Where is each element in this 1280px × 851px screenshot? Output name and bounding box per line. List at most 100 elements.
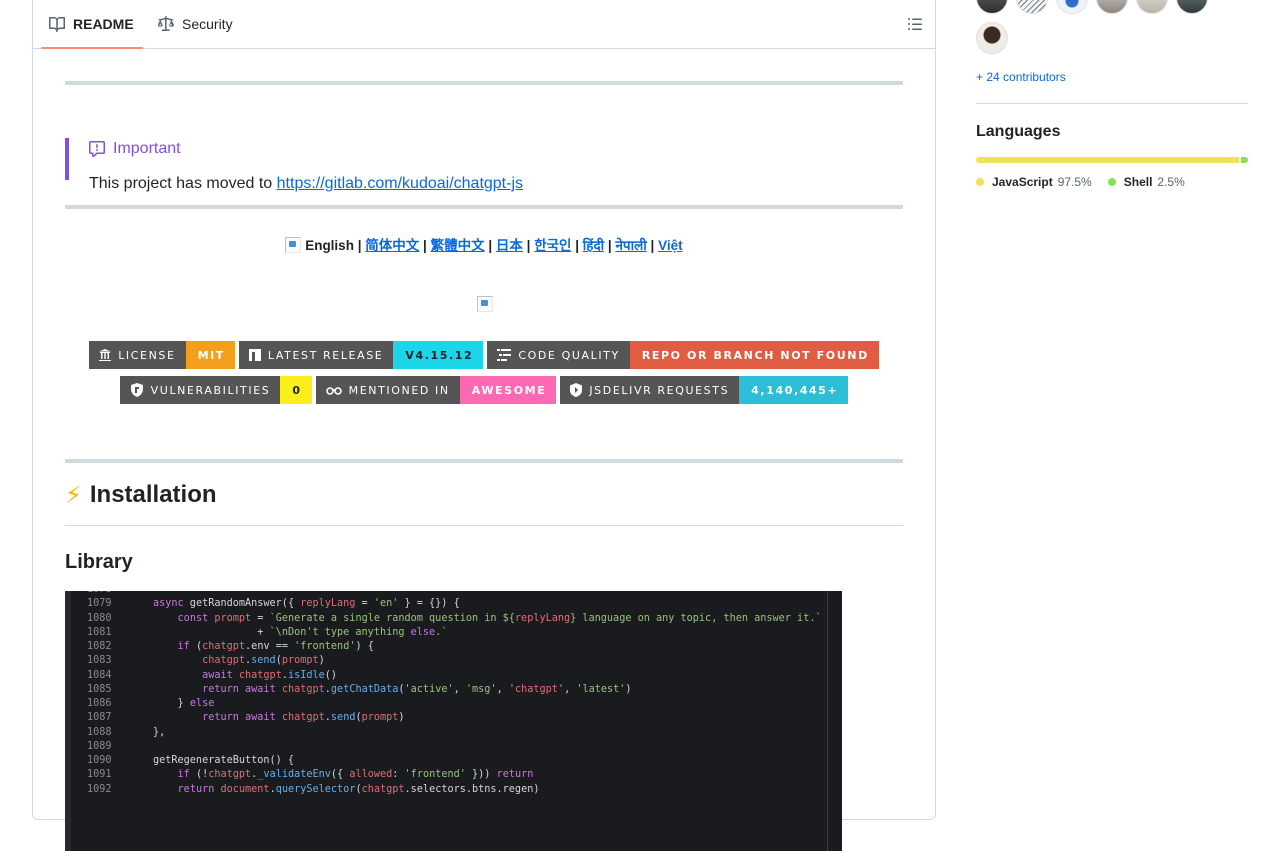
readme-panel: README Security Important This project h… xyxy=(32,0,936,851)
badge-label: LICENSE xyxy=(118,348,176,362)
separator: | xyxy=(575,238,580,253)
code-text: if (!chatgpt._validateEnv({ allowed: 'fr… xyxy=(177,769,534,781)
line-number: 1086 xyxy=(87,698,112,709)
separator: | xyxy=(488,238,493,253)
lightning-icon: ⚡ xyxy=(65,482,82,509)
line-number: 1081 xyxy=(87,626,112,638)
logo-image xyxy=(477,296,493,312)
language-shell[interactable]: Shell 2.5% xyxy=(1107,175,1185,189)
code-text: + `\nDon't type anything else.` xyxy=(153,626,448,638)
avatar[interactable] xyxy=(976,0,1008,14)
jsdelivr-icon xyxy=(570,383,583,397)
separator: | xyxy=(607,238,612,253)
alert-text: This project has moved to xyxy=(89,175,273,192)
code-quality-badge[interactable]: CODE QUALITY REPO OR BRANCH NOT FOUND xyxy=(487,341,879,369)
line-number: 1082 xyxy=(87,641,112,652)
language-bar-segment xyxy=(976,157,1240,163)
scale-icon xyxy=(158,16,174,31)
languages-heading: Languages xyxy=(976,123,1061,140)
avatar[interactable] xyxy=(1136,0,1168,14)
mentioned-in-badge[interactable]: MENTIONED IN AWESOME xyxy=(315,376,557,404)
scrollbar-line xyxy=(827,591,828,851)
language-name: JavaScript xyxy=(992,175,1053,189)
code-text: return await chatgpt.send(prompt) xyxy=(202,712,405,724)
installation-heading: ⚡ Installation xyxy=(65,481,903,526)
language-percent: 97.5% xyxy=(1057,175,1092,189)
badge-label: MENTIONED IN xyxy=(348,383,450,397)
code-text: await chatgpt.isIdle() xyxy=(202,669,338,681)
line-number: 1088 xyxy=(87,726,112,738)
badge-label: VULNERABILITIES xyxy=(150,383,271,397)
lang-link-zh-tw[interactable]: 繁體中文 xyxy=(431,238,485,253)
line-number: 1083 xyxy=(87,655,112,667)
avatar[interactable] xyxy=(1096,0,1128,14)
lang-link-hi[interactable]: हिंदी xyxy=(583,238,604,253)
lang-link-ne[interactable]: नेपाली xyxy=(615,238,646,253)
readme-tab-bar: README Security xyxy=(33,0,935,49)
line-number: 1090 xyxy=(87,755,112,766)
lang-link-vi[interactable]: Việt xyxy=(658,238,683,253)
license-icon xyxy=(99,349,112,361)
contributors-link[interactable]: + 24 contributors xyxy=(976,70,1066,84)
lang-link-ko[interactable]: 한국인 xyxy=(534,238,571,253)
line-number: 1091 xyxy=(87,769,112,781)
gitlab-link[interactable]: https://gitlab.com/kudoai/chatgpt-js xyxy=(277,175,523,192)
code-text: return await chatgpt.getChatData('active… xyxy=(202,683,632,695)
alert-body: This project has moved to https://gitlab… xyxy=(89,175,523,193)
badges-row: LICENSE MIT LATEST RELEASE V4.15.12 CODE… xyxy=(65,341,903,369)
avatar[interactable] xyxy=(1016,0,1048,14)
tab-readme[interactable]: README xyxy=(41,0,143,49)
gutter xyxy=(65,591,71,851)
language-bar-segment xyxy=(1241,157,1248,163)
language-name: Shell xyxy=(1123,175,1153,189)
license-badge[interactable]: LICENSE MIT xyxy=(89,341,235,369)
code-quality-icon xyxy=(497,349,512,361)
line-number: 1078 xyxy=(87,591,121,595)
avatar[interactable] xyxy=(1176,0,1208,14)
code-text: getRegenerateButton() { xyxy=(153,755,295,766)
badge-value: AWESOME xyxy=(459,376,557,404)
code-text: }, xyxy=(153,726,166,738)
code-text: chatgpt.send(prompt) xyxy=(202,655,325,667)
badge-value: 0 xyxy=(280,376,312,404)
badge-label: CODE QUALITY xyxy=(518,348,620,362)
current-language: English xyxy=(305,238,354,253)
language-color-dot xyxy=(976,178,984,186)
latest-release-badge[interactable]: LATEST RELEASE V4.15.12 xyxy=(238,341,484,369)
book-icon xyxy=(49,17,65,32)
tab-security[interactable]: Security xyxy=(158,0,233,48)
badge-value: REPO OR BRANCH NOT FOUND xyxy=(629,341,879,369)
outline-list-icon[interactable] xyxy=(907,16,923,32)
code-text: const prompt = `Generate a single random… xyxy=(177,612,822,624)
line-number: 1092 xyxy=(87,783,112,795)
separator: | xyxy=(423,238,427,253)
lang-link-ja[interactable]: 日本 xyxy=(496,238,523,253)
release-icon xyxy=(248,349,261,361)
language-color-dot xyxy=(1107,178,1116,186)
flag-icon xyxy=(285,237,302,253)
avatar[interactable] xyxy=(976,22,1008,54)
code-text: } else xyxy=(153,698,215,709)
language-percent: 2.5% xyxy=(1157,175,1185,189)
lang-link-zh-cn[interactable]: 简体中文 xyxy=(365,238,419,253)
divider xyxy=(65,459,903,463)
divider xyxy=(65,81,903,85)
glasses-icon xyxy=(325,387,342,395)
code-text: async getRandomAnswer({ replyLang = 'en'… xyxy=(153,598,460,610)
divider xyxy=(65,205,903,209)
line-number: 1087 xyxy=(87,712,112,724)
badge-label: JSDELIVR REQUESTS xyxy=(589,383,730,397)
badges-row: VULNERABILITIES 0 MENTIONED IN AWESOME J… xyxy=(65,376,903,404)
separator: | xyxy=(526,238,531,253)
tab-security-label: Security xyxy=(182,16,233,32)
avatar[interactable] xyxy=(1056,0,1088,14)
vulnerabilities-badge[interactable]: VULNERABILITIES 0 xyxy=(119,376,312,404)
jsdelivr-badge[interactable]: JSDELIVR REQUESTS 4,140,445+ xyxy=(560,376,849,404)
code-text: return document.querySelector(chatgpt.se… xyxy=(177,783,540,795)
library-heading: Library xyxy=(65,551,133,573)
languages-legend: JavaScript 97.5% Shell 2.5% xyxy=(976,175,1201,189)
line-number: 1085 xyxy=(87,683,112,695)
line-number: 1089 xyxy=(87,740,112,752)
language-javascript[interactable]: JavaScript 97.5% xyxy=(976,175,1092,189)
badge-value: 4,140,445+ xyxy=(739,376,849,404)
